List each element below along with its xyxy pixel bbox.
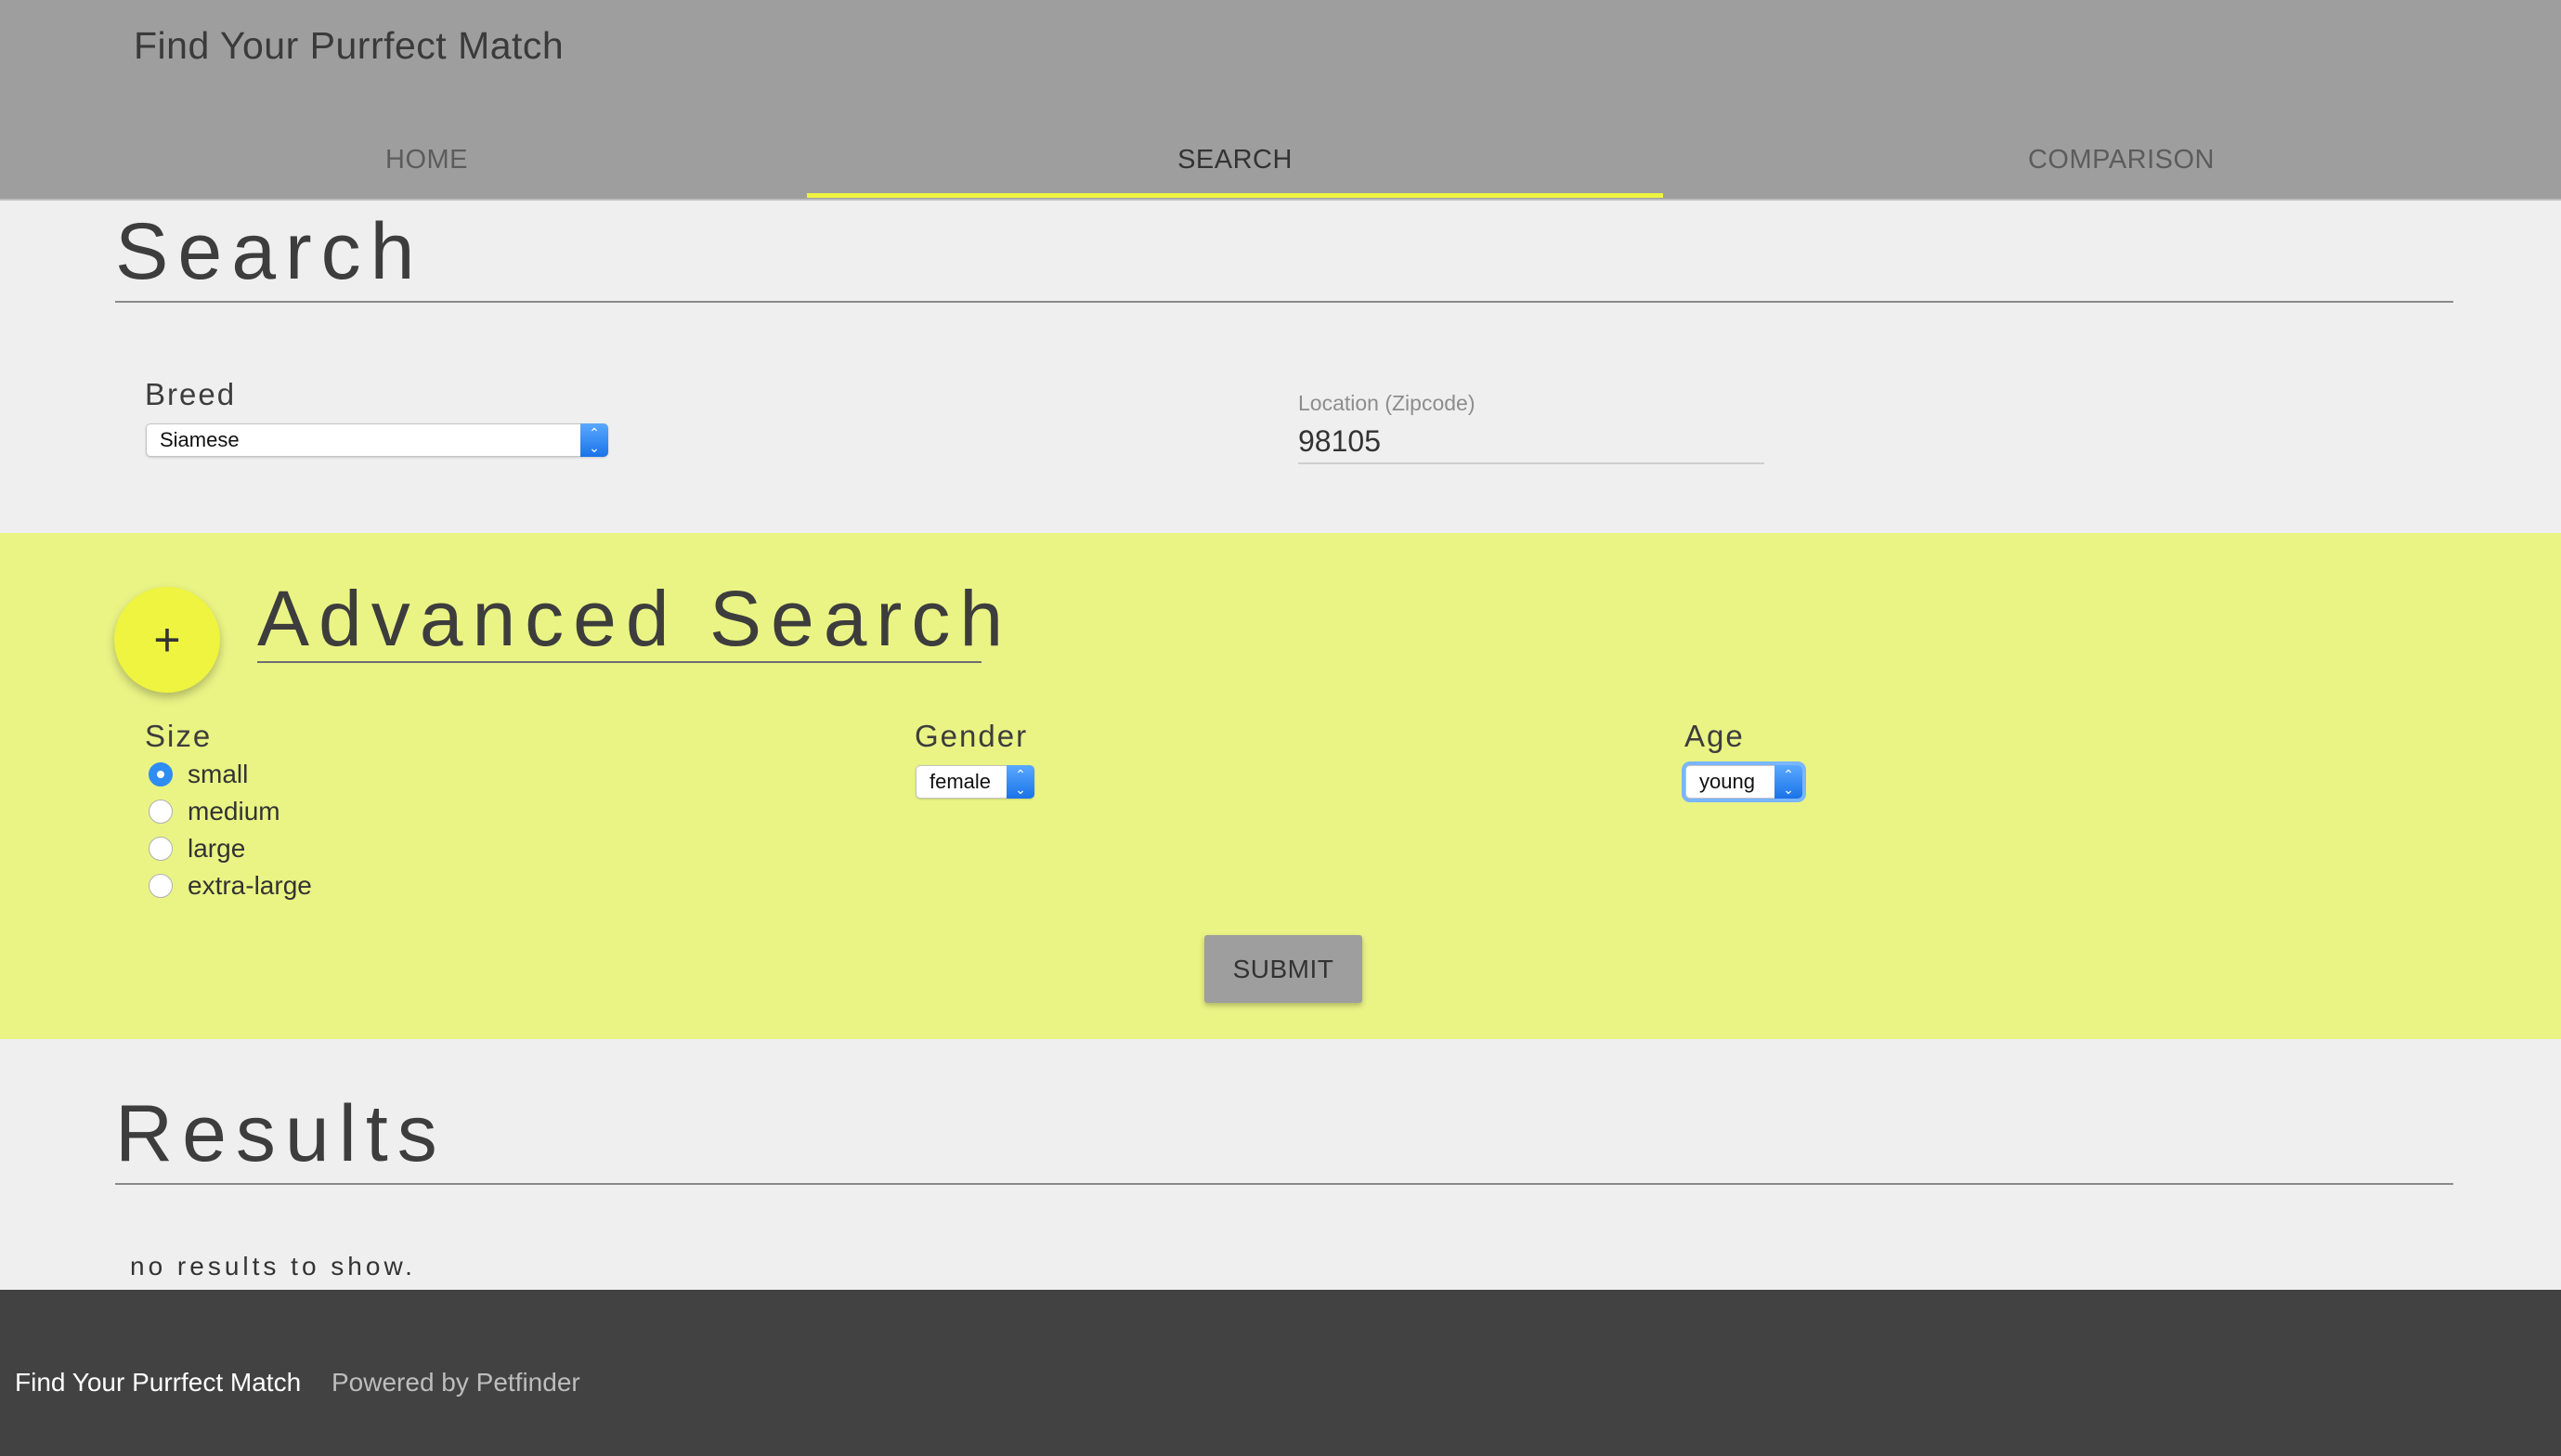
breed-label: Breed	[145, 377, 237, 411]
radio-checked-icon	[149, 762, 173, 786]
gender-select-value: female	[930, 770, 992, 793]
results-heading: Results	[115, 1089, 447, 1178]
chevron-up-down-icon: ⌃ ⌄	[580, 423, 608, 457]
tab-search[interactable]: SEARCH	[807, 121, 1663, 199]
size-option-medium[interactable]: medium	[149, 795, 280, 828]
tab-home[interactable]: HOME	[0, 121, 853, 199]
expand-advanced-button[interactable]: +	[114, 587, 220, 693]
empty-results-message: no results to show.	[130, 1252, 416, 1280]
results-divider	[115, 1183, 2453, 1185]
age-select[interactable]: young ⌃ ⌄	[1682, 761, 1806, 802]
chevron-up-down-icon: ⌃ ⌄	[1774, 765, 1802, 799]
breed-select[interactable]: Siamese ⌃ ⌄	[146, 423, 608, 457]
app-header: Find Your Purrfect Match HOME SEARCH COM…	[0, 0, 2561, 201]
gender-label: Gender	[915, 719, 1029, 753]
age-select-value: young	[1699, 770, 1755, 793]
size-option-extra-large[interactable]: extra-large	[149, 869, 312, 903]
advanced-search-divider	[257, 661, 982, 663]
advanced-search-panel: + Advanced Search Size small medium larg…	[0, 533, 2561, 1039]
size-option-label: extra-large	[188, 871, 312, 900]
active-tab-indicator	[807, 193, 1663, 198]
footer: Find Your Purrfect Match Powered by Petf…	[0, 1290, 2561, 1456]
radio-unchecked-icon	[149, 874, 173, 898]
location-label: Location (Zipcode)	[1298, 391, 1476, 415]
radio-unchecked-icon	[149, 837, 173, 861]
gender-select[interactable]: female ⌃ ⌄	[916, 765, 1034, 799]
size-option-label: large	[188, 834, 246, 863]
tab-bar: HOME SEARCH COMPARISON	[0, 121, 2561, 199]
submit-button[interactable]: SUBMIT	[1204, 935, 1362, 1003]
radio-unchecked-icon	[149, 800, 173, 824]
size-option-small[interactable]: small	[149, 758, 248, 791]
search-heading: Search	[115, 207, 424, 296]
age-label: Age	[1684, 719, 1745, 753]
size-option-label: medium	[188, 797, 280, 826]
advanced-search-heading: Advanced Search	[257, 575, 1013, 662]
size-option-label: small	[188, 760, 249, 788]
tab-comparison[interactable]: COMPARISON	[1695, 121, 2548, 199]
plus-icon: +	[153, 614, 181, 666]
footer-brand-link[interactable]: Find Your Purrfect Match	[15, 1368, 301, 1398]
size-label: Size	[145, 719, 213, 753]
chevron-up-down-icon: ⌃ ⌄	[1007, 765, 1034, 799]
size-option-large[interactable]: large	[149, 832, 245, 865]
search-divider	[115, 301, 2453, 303]
breed-select-value: Siamese	[160, 428, 240, 451]
app-title: Find Your Purrfect Match	[134, 24, 565, 67]
powered-by-link[interactable]: Powered by Petfinder	[332, 1368, 580, 1398]
location-input[interactable]	[1298, 420, 1764, 464]
